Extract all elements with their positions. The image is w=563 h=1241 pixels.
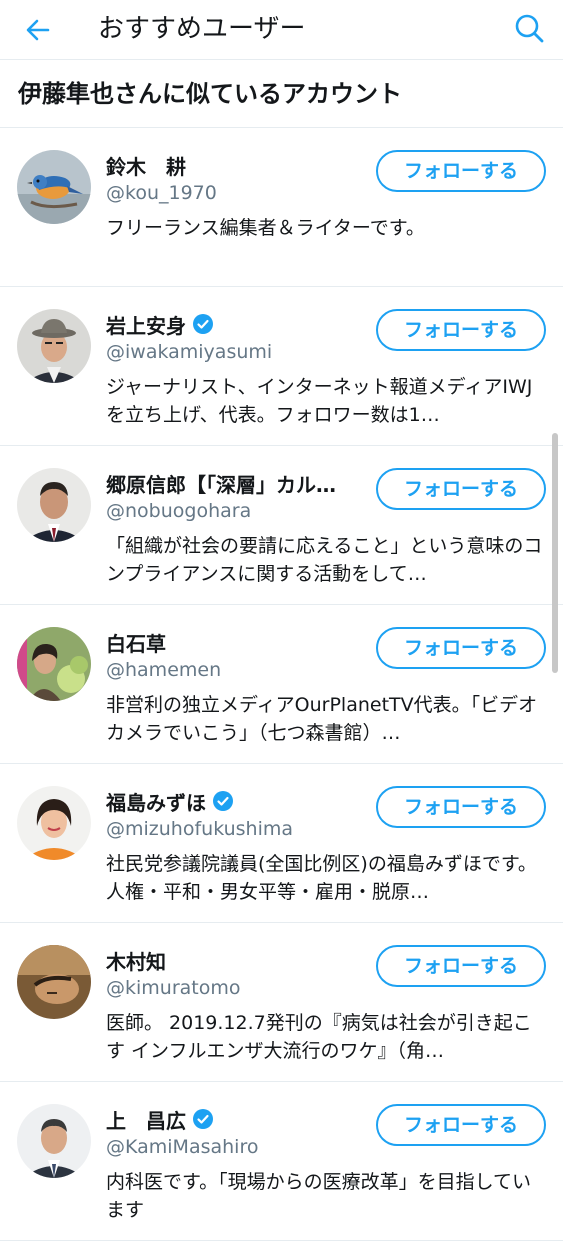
user-handle[interactable]: @hamemen <box>106 659 221 681</box>
list-item[interactable]: 鈴木 耕 @kou_1970 フリーランス編集者＆ライターです。 フォローする <box>0 128 563 287</box>
user-handle[interactable]: @KamiMasahiro <box>106 1136 258 1158</box>
user-bio: 非営利の独立メディアOurPlanetTV代表。「ビデオカメラでいこう」（七つ森… <box>106 694 538 744</box>
top-app-bar: おすすめユーザー <box>0 0 563 60</box>
user-list: 鈴木 耕 @kou_1970 フリーランス編集者＆ライターです。 フォローする … <box>0 128 563 1241</box>
avatar[interactable] <box>17 1104 91 1178</box>
avatar[interactable] <box>17 945 91 1019</box>
scrollbar[interactable] <box>552 433 558 673</box>
user-name[interactable]: 鈴木 耕 <box>106 151 186 180</box>
user-bio: 社民党参議院議員(全国比例区)の福島みずほです。人権・平和・男女平等・雇用・脱原… <box>106 853 537 903</box>
follow-button[interactable]: フォローする <box>376 627 546 669</box>
user-handle[interactable]: @mizuhofukushima <box>106 818 293 840</box>
follow-button[interactable]: フォローする <box>376 945 546 987</box>
follow-button[interactable]: フォローする <box>376 1104 546 1146</box>
avatar[interactable] <box>17 150 91 224</box>
user-handle[interactable]: @kimuratomo <box>106 977 241 999</box>
avatar[interactable] <box>17 309 91 383</box>
user-bio: 医師。 2019.12.7発刊の『病気は社会が引き起こす インフルエンザ大流行の… <box>106 1012 532 1062</box>
page-title: おすすめユーザー <box>98 14 306 44</box>
follow-button[interactable]: フォローする <box>376 468 546 510</box>
follow-button[interactable]: フォローする <box>376 786 546 828</box>
user-name[interactable]: 木村知 <box>106 946 166 975</box>
user-bio: 「組織が社会の要請に応えること」という意味のコンプライアンスに関する活動をして… <box>106 535 543 585</box>
list-item[interactable]: 郷原信郎【「深層」カル… @nobuogohara 「組織が社会の要請に応えるこ… <box>0 446 563 605</box>
user-name[interactable]: 郷原信郎【「深層」カル… <box>106 469 336 498</box>
follow-button[interactable]: フォローする <box>376 150 546 192</box>
verified-badge-icon <box>193 314 213 334</box>
verified-badge-icon <box>213 791 233 811</box>
back-button[interactable] <box>20 12 56 48</box>
user-name[interactable]: 上 昌広 <box>106 1105 186 1134</box>
user-bio: 内科医です。「現場からの医療改革」を目指しています <box>106 1171 532 1221</box>
follow-button[interactable]: フォローする <box>376 309 546 351</box>
search-icon <box>515 14 544 43</box>
search-button[interactable] <box>511 10 547 46</box>
list-item[interactable]: 福島みずほ @mizuhofukushima 社民党参議院議員(全国比例区)の福… <box>0 764 563 923</box>
list-item[interactable]: 木村知 @kimuratomo 医師。 2019.12.7発刊の『病気は社会が引… <box>0 923 563 1082</box>
list-item[interactable]: 岩上安身 @iwakamiyasumi ジャーナリスト、インターネット報道メディ… <box>0 287 563 446</box>
section-title: 伊藤隼也さんに似ているアカウント <box>0 60 563 128</box>
user-handle[interactable]: @nobuogohara <box>106 500 251 522</box>
list-item[interactable]: 白石草 @hamemen 非営利の独立メディアOurPlanetTV代表。「ビデ… <box>0 605 563 764</box>
user-bio: ジャーナリスト、インターネット報道メディアIWJを立ち上げ、代表。フォロワー数は… <box>106 376 533 426</box>
arrow-left-icon <box>26 19 50 41</box>
avatar[interactable] <box>17 627 91 701</box>
user-handle[interactable]: @kou_1970 <box>106 182 217 204</box>
avatar[interactable] <box>17 786 91 860</box>
avatar[interactable] <box>17 468 91 542</box>
list-item[interactable]: 上 昌広 @KamiMasahiro 内科医です。「現場からの医療改革」を目指し… <box>0 1082 563 1241</box>
user-handle[interactable]: @iwakamiyasumi <box>106 341 272 363</box>
user-name[interactable]: 福島みずほ <box>106 787 206 816</box>
user-bio: フリーランス編集者＆ライターです。 <box>106 217 425 239</box>
verified-badge-icon <box>193 1109 213 1129</box>
user-name[interactable]: 白石草 <box>106 628 166 657</box>
user-name[interactable]: 岩上安身 <box>106 310 186 339</box>
